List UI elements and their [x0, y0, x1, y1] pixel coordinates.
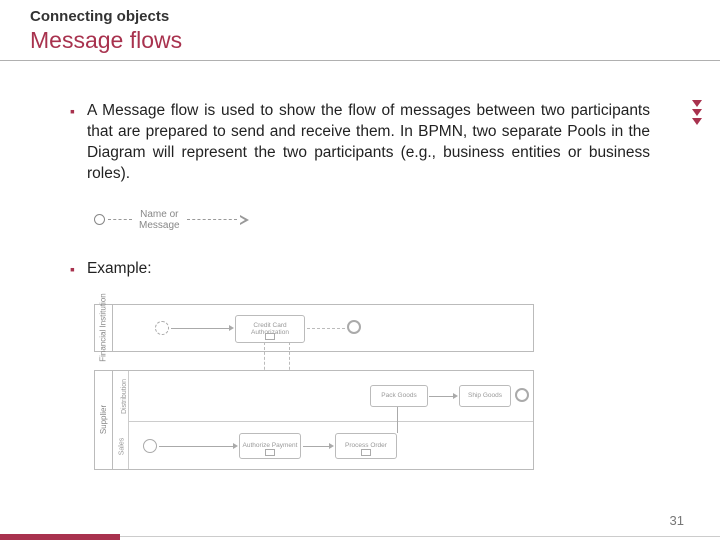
lane-divider: [129, 421, 533, 422]
arrow-icon: [329, 443, 334, 449]
label-line1: Name or: [140, 209, 178, 220]
dash-line: [108, 219, 132, 220]
decorative-arrows: [692, 100, 702, 125]
pool-label: Financial Institution: [99, 293, 108, 361]
task-ship-goods: Ship Goods: [459, 385, 511, 407]
example-diagram-wrap: Financial Institution Credit Card Author…: [94, 304, 650, 474]
pool-supplier: Supplier Distribution Sales Pack Goods S…: [94, 370, 534, 470]
bullet-icon: ▪: [70, 103, 75, 185]
message-flow-notation: Name or Message: [94, 209, 650, 231]
start-event-icon: [143, 439, 157, 453]
bullet-text: A Message flow is used to show the flow …: [87, 101, 650, 185]
envelope-icon: [265, 449, 275, 456]
start-event-icon: [155, 321, 169, 335]
end-event-icon: [515, 388, 529, 402]
pool-label: Supplier: [99, 405, 108, 434]
task-authorize-payment: Authorize Payment: [239, 433, 301, 459]
slide-content: ▪ A Message flow is used to show the flo…: [0, 61, 720, 474]
sequence-flow: [159, 446, 235, 447]
task-pack-goods: Pack Goods: [370, 385, 428, 407]
pool-financial: Financial Institution Credit Card Author…: [94, 304, 534, 352]
header-title: Message flows: [30, 27, 690, 54]
end-event-icon: [347, 320, 361, 334]
slide-header: Connecting objects Message flows: [0, 0, 720, 61]
dash-line: [187, 219, 237, 220]
message-flow-label: Name or Message: [135, 209, 184, 231]
sequence-flow: [429, 396, 455, 397]
open-circle-icon: [94, 214, 105, 225]
arrow-icon: [233, 443, 238, 449]
envelope-icon: [361, 449, 371, 456]
task-process-order: Process Order: [335, 433, 397, 459]
header-overline: Connecting objects: [30, 8, 690, 25]
triangle-down-icon: [692, 118, 702, 125]
pool-header: Supplier: [95, 371, 113, 469]
task-label: Ship Goods: [468, 392, 502, 399]
task-credit-auth: Credit Card Authorization: [235, 315, 305, 343]
bullet-text: Example:: [87, 259, 152, 280]
lane-label: Sales: [118, 437, 125, 455]
bullet-item: ▪ Example:: [70, 259, 650, 280]
label-line2: Message: [139, 220, 180, 231]
sequence-flow: [171, 328, 231, 329]
arrow-icon: [229, 325, 234, 331]
open-arrow-icon: [240, 215, 249, 225]
footer-accent: [0, 534, 120, 540]
lane-label: Distribution: [121, 379, 128, 414]
task-label: Pack Goods: [381, 392, 416, 399]
footer-line: [120, 536, 720, 537]
page-number: 31: [670, 513, 684, 528]
envelope-icon: [265, 333, 275, 340]
arrow-icon: [453, 393, 458, 399]
triangle-down-icon: [692, 100, 702, 107]
sequence-flow-vertical: [397, 407, 398, 433]
triangle-down-icon: [692, 109, 702, 116]
sequence-flow: [303, 446, 331, 447]
pool-header: Financial Institution: [95, 305, 113, 351]
bullet-icon: ▪: [70, 261, 75, 280]
dashed-flow: [307, 328, 345, 329]
bullet-item: ▪ A Message flow is used to show the flo…: [70, 101, 650, 185]
bpmn-diagram: Financial Institution Credit Card Author…: [94, 304, 544, 474]
